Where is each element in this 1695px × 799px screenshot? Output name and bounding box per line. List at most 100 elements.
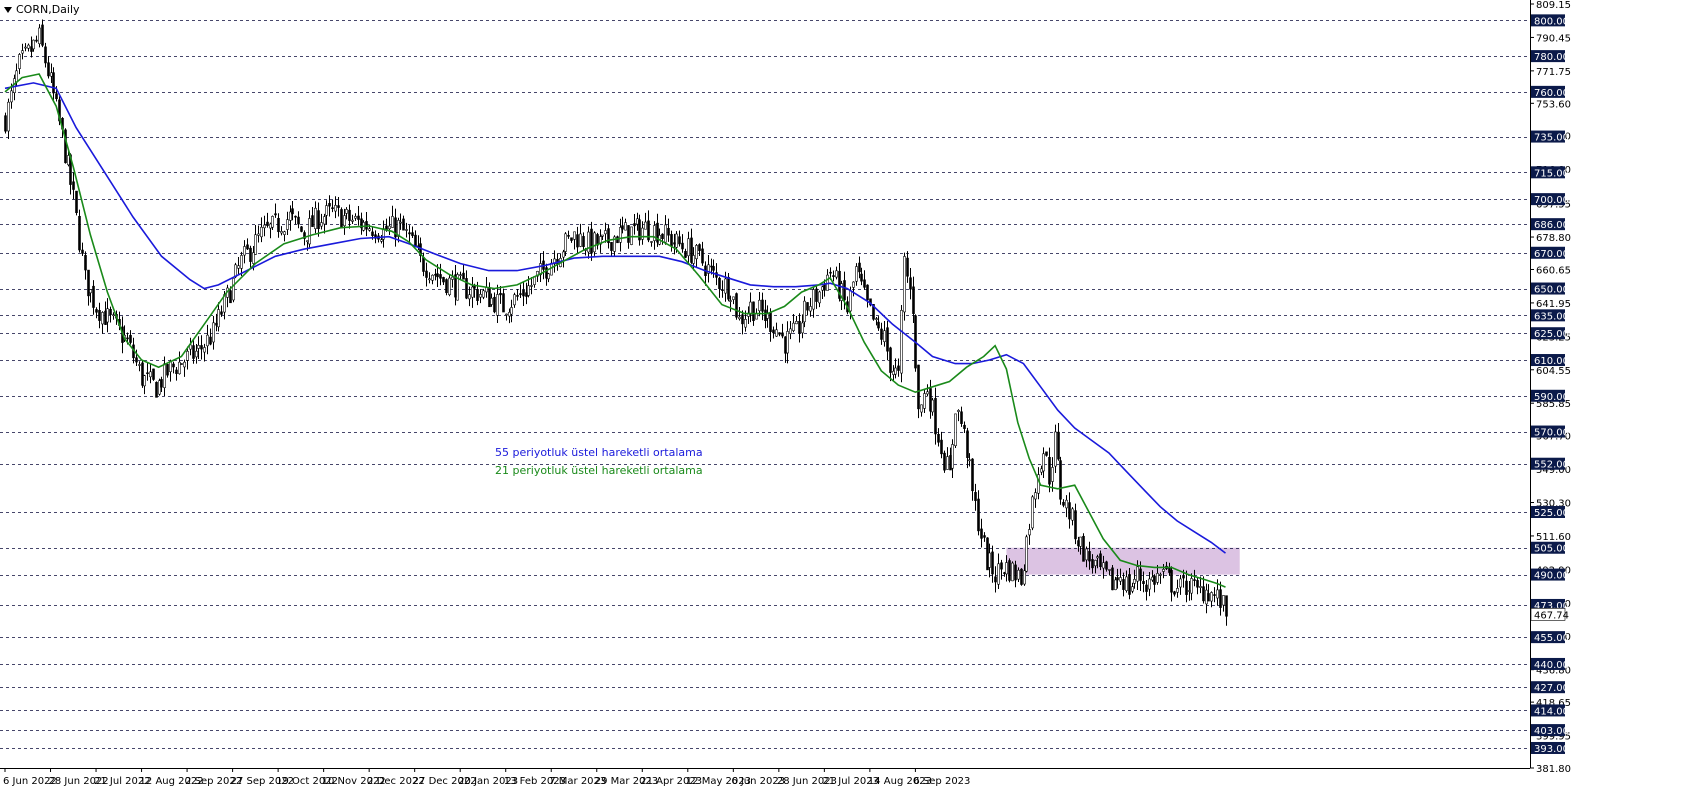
candle-body (192, 345, 195, 359)
candle-body (1040, 468, 1043, 473)
candle-body (343, 215, 346, 227)
candle-body (519, 293, 522, 295)
candle-body (442, 277, 445, 283)
candle-body (963, 424, 966, 429)
candle-body (1145, 584, 1148, 592)
candle-body (314, 207, 317, 230)
candle-body (974, 492, 977, 501)
level-tag-label: 570.00 (1534, 428, 1569, 439)
candle-body (254, 234, 257, 255)
candle-body (1088, 551, 1091, 562)
candle-body (527, 285, 530, 296)
candle-body (1057, 431, 1060, 460)
candle-body (957, 410, 960, 412)
candle-body (863, 279, 866, 288)
collapse-triangle-icon[interactable] (4, 6, 12, 13)
candle-body (698, 244, 701, 251)
candle-body (490, 297, 493, 305)
candle-body (217, 309, 220, 328)
candle-body (937, 433, 940, 443)
candle-body (1156, 573, 1159, 583)
candle-body (1020, 568, 1023, 585)
chart-area[interactable]: 55 periyotluk üstel hareketli ortalama 21… (0, 0, 1695, 795)
candle-body (960, 411, 963, 424)
candle-body (186, 351, 189, 361)
candle-body (428, 278, 431, 281)
candle-body (1099, 553, 1102, 568)
candle-body (155, 381, 158, 398)
candle-body (786, 331, 789, 354)
candle-body (1219, 589, 1222, 608)
candle-body (38, 27, 41, 45)
candle-body (809, 306, 812, 312)
candle-body (215, 322, 218, 326)
candle-body (889, 347, 892, 373)
candle-body (991, 551, 994, 575)
candle-body (1168, 567, 1171, 573)
candle-body (843, 280, 846, 301)
candle-body (81, 249, 84, 254)
candle-body (1085, 548, 1088, 561)
candle-body (1014, 564, 1017, 581)
candle-body (368, 228, 371, 231)
candle-body (212, 322, 215, 343)
level-tag-label: 414.00 (1534, 706, 1569, 717)
plot-background (0, 0, 1530, 768)
candle-body (567, 235, 570, 237)
candle-body (1188, 590, 1191, 592)
candle-body (237, 265, 240, 269)
candle-body (15, 70, 18, 83)
candle-body (633, 223, 636, 227)
candle-body (852, 281, 855, 288)
candle-body (325, 205, 328, 216)
candle-body (1222, 595, 1225, 606)
candle-body (1011, 562, 1014, 582)
candle-body (951, 444, 954, 469)
candle-body (1190, 578, 1193, 594)
price-tick-label: 381.80 (1536, 764, 1571, 775)
candle-body (482, 290, 485, 298)
candle-body (1128, 574, 1131, 595)
candle-body (769, 312, 772, 332)
candle-body (920, 404, 923, 413)
candle-body (835, 270, 838, 278)
candle-body (141, 362, 144, 386)
candle-body (849, 290, 852, 312)
candle-body (439, 274, 442, 279)
candle-body (1096, 556, 1099, 559)
candle-body (200, 345, 203, 350)
ema-legend-1: 21 periyotluk üstel hareketli ortalama (495, 464, 703, 477)
candle-body (1148, 578, 1151, 590)
candle-body (1065, 499, 1068, 509)
candle-body (641, 227, 644, 240)
price-chart[interactable]: 55 periyotluk üstel hareketli ortalama 21… (0, 0, 1695, 795)
candle-body (180, 363, 183, 365)
candle-body (741, 314, 744, 325)
candle-body (493, 296, 496, 313)
candle-body (601, 234, 604, 237)
symbol-label: CORN,Daily (4, 3, 80, 16)
candle-body (1179, 578, 1182, 588)
candle-body (152, 368, 155, 380)
candle-body (72, 181, 75, 190)
candle-body (1176, 588, 1179, 593)
candle-body (1079, 536, 1082, 547)
candle-body (158, 380, 161, 395)
level-tag-label: 455.00 (1534, 633, 1569, 644)
candle-body (798, 320, 801, 334)
candle-body (479, 294, 482, 298)
candle-body (604, 230, 607, 235)
candle-body (732, 296, 735, 300)
candle-body (143, 375, 146, 387)
candle-body (348, 209, 351, 221)
candle-body (451, 276, 454, 280)
price-tick-label: 809.15 (1536, 0, 1571, 11)
candle-body (1162, 569, 1165, 572)
candle-body (252, 252, 255, 264)
candle-body (431, 274, 434, 281)
candle-body (1000, 562, 1003, 570)
candle-body (340, 209, 343, 229)
candle-body (41, 24, 44, 46)
candle-body (286, 219, 289, 230)
price-tick-label: 511.60 (1536, 532, 1571, 543)
